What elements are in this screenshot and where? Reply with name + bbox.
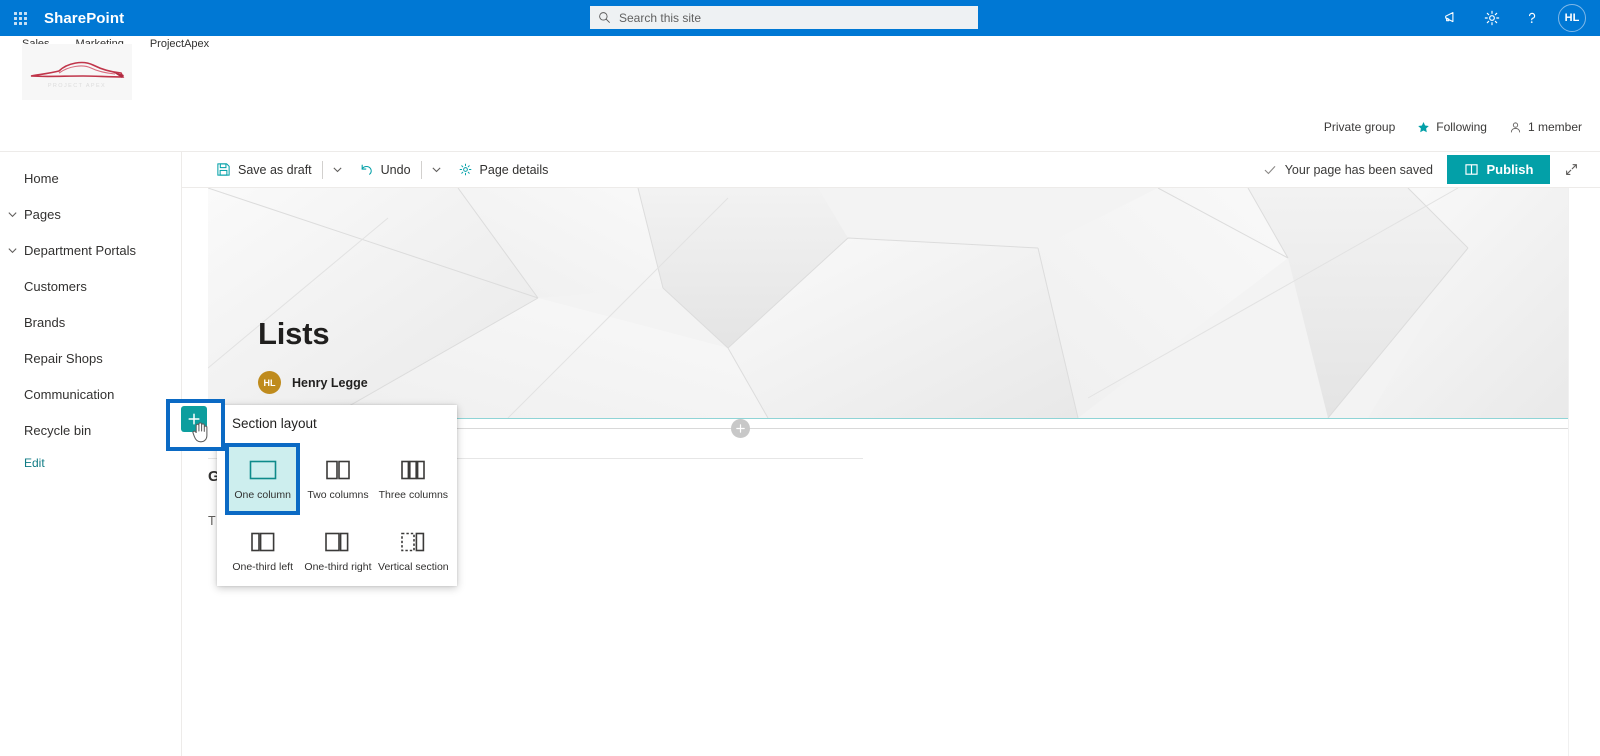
hub-link-projectapex[interactable]: ProjectApex [150, 38, 209, 50]
undo-options-chevron-down-icon[interactable] [424, 155, 450, 185]
one-column-icon [246, 455, 280, 485]
car-silhouette-logo: PROJECT APEX [30, 61, 125, 89]
plus-circle-icon[interactable] [731, 419, 750, 438]
sidebar-item-repair-shops[interactable]: Repair Shops [0, 340, 181, 376]
command-bar-right: Your page has been saved Publish [1263, 154, 1600, 186]
layout-option-label: Three columns [378, 489, 449, 501]
undo-icon [361, 164, 372, 175]
layout-option-two-columns[interactable]: Two columns [300, 443, 375, 515]
save-as-draft-label: Save as draft [238, 162, 312, 177]
avatar[interactable]: HL [1558, 4, 1586, 32]
help-icon[interactable] [1512, 0, 1552, 36]
checkmark-icon [1264, 165, 1275, 174]
save-options-chevron-down-icon[interactable] [325, 155, 351, 185]
sidebar-item-recycle-bin[interactable]: Recycle bin [0, 412, 181, 448]
page-details-label: Page details [479, 162, 549, 177]
layout-options-grid: One column Two columns Three columns One… [225, 443, 451, 587]
suite-actions: HL [1432, 0, 1600, 36]
following-label: Following [1436, 120, 1487, 134]
page-title: Lists [258, 316, 330, 351]
sidebar-item-label: Recycle bin [24, 422, 92, 438]
flyout-title: Section layout [232, 416, 317, 431]
sidebar-item-pages[interactable]: Pages [0, 196, 181, 232]
layout-option-label: Vertical section [378, 561, 449, 573]
sidebar-item-label: Pages [24, 206, 61, 222]
layout-option-label: One-third left [232, 561, 294, 573]
sidebar-item-label: Brands [24, 314, 66, 330]
one-third-left-icon [246, 527, 280, 557]
expand-diagonal-icon[interactable] [1550, 154, 1592, 186]
site-header: Sales Marketing ProjectApex PROJECT APEX [0, 36, 1600, 152]
sidebar-item-department-portals[interactable]: Department Portals [0, 232, 181, 268]
sidebar-item-brands[interactable]: Brands [0, 304, 181, 340]
sidebar-item-label: Department Portals [24, 242, 136, 258]
layout-option-vertical-section[interactable]: Vertical section [376, 515, 451, 587]
app-launcher-icon[interactable] [0, 0, 40, 36]
command-separator [321, 160, 323, 179]
megaphone-icon[interactable] [1432, 0, 1472, 36]
canvas-right-gutter [1568, 188, 1600, 756]
undo-button[interactable]: Undo [351, 155, 419, 185]
sharepoint-brand[interactable]: SharePoint [44, 10, 124, 27]
command-separator [420, 160, 422, 179]
two-columns-icon [321, 455, 355, 485]
sidebar-item-label: Home [24, 170, 59, 186]
layout-option-three-columns[interactable]: Three columns [376, 443, 451, 515]
members-label: 1 member [1527, 120, 1582, 134]
search-input[interactable] [619, 10, 970, 25]
author-avatar: HL [258, 371, 281, 394]
layout-option-one-third-left[interactable]: One-third left [225, 515, 300, 587]
svg-text:PROJECT APEX: PROJECT APEX [48, 83, 106, 89]
command-bar: Save as draft Undo Page details Your pag… [182, 152, 1600, 188]
suite-bar: SharePoint HL [0, 0, 1600, 36]
chevron-down-icon[interactable] [4, 206, 20, 222]
layout-option-label: One-third right [304, 561, 372, 573]
layout-option-one-column[interactable]: One column [225, 443, 301, 515]
sidebar-item-label: Customers [24, 278, 87, 294]
plus-icon [188, 413, 200, 425]
members-button[interactable]: 1 member [1509, 120, 1582, 134]
save-status: Your page has been saved [1263, 163, 1433, 177]
sidebar-item-customers[interactable]: Customers [0, 268, 181, 304]
edit-navigation-link[interactable]: Edit [0, 448, 181, 478]
gear-icon[interactable] [1472, 0, 1512, 36]
layout-option-label: Two columns [307, 489, 369, 501]
page-author: HL Henry Legge [258, 371, 368, 394]
chevron-down-icon[interactable] [4, 242, 20, 258]
sidebar-item-home[interactable]: Home [0, 160, 181, 196]
search-icon [598, 11, 611, 24]
save-as-draft-button[interactable]: Save as draft [208, 155, 320, 185]
vertical-section-icon [396, 527, 430, 557]
undo-label: Undo [380, 162, 411, 177]
sidebar-item-communication[interactable]: Communication [0, 376, 181, 412]
publish-label: Publish [1486, 162, 1534, 177]
publish-icon [1464, 164, 1478, 175]
save-status-label: Your page has been saved [1284, 162, 1433, 177]
publish-button[interactable]: Publish [1447, 155, 1550, 184]
site-meta-bar: Private group Following 1 member [1324, 120, 1582, 134]
three-columns-icon [396, 455, 430, 485]
save-icon [217, 163, 230, 176]
left-navigation: Home Pages Department Portals Customers … [0, 152, 182, 756]
one-third-right-icon [321, 527, 355, 557]
site-search[interactable] [590, 6, 978, 29]
layout-option-one-third-right[interactable]: One-third right [300, 515, 375, 587]
hero-banner: Lists HL Henry Legge [208, 188, 1594, 418]
privacy-label: Private group [1323, 120, 1396, 134]
page-details-button[interactable]: Page details [450, 155, 557, 185]
gear-icon [459, 163, 471, 176]
layout-option-label: One column [234, 489, 291, 501]
star-icon [1418, 121, 1430, 132]
person-icon [1510, 121, 1521, 132]
add-section-button[interactable] [181, 406, 207, 432]
hero-background-image [208, 188, 1594, 418]
section-layout-flyout: Section layout One column Two columns Th… [217, 405, 457, 586]
author-name: Henry Legge [292, 375, 368, 390]
sidebar-item-label: Repair Shops [24, 350, 103, 366]
sidebar-item-label: Communication [24, 386, 115, 402]
site-logo[interactable]: PROJECT APEX [22, 44, 132, 100]
following-button[interactable]: Following [1417, 120, 1487, 134]
